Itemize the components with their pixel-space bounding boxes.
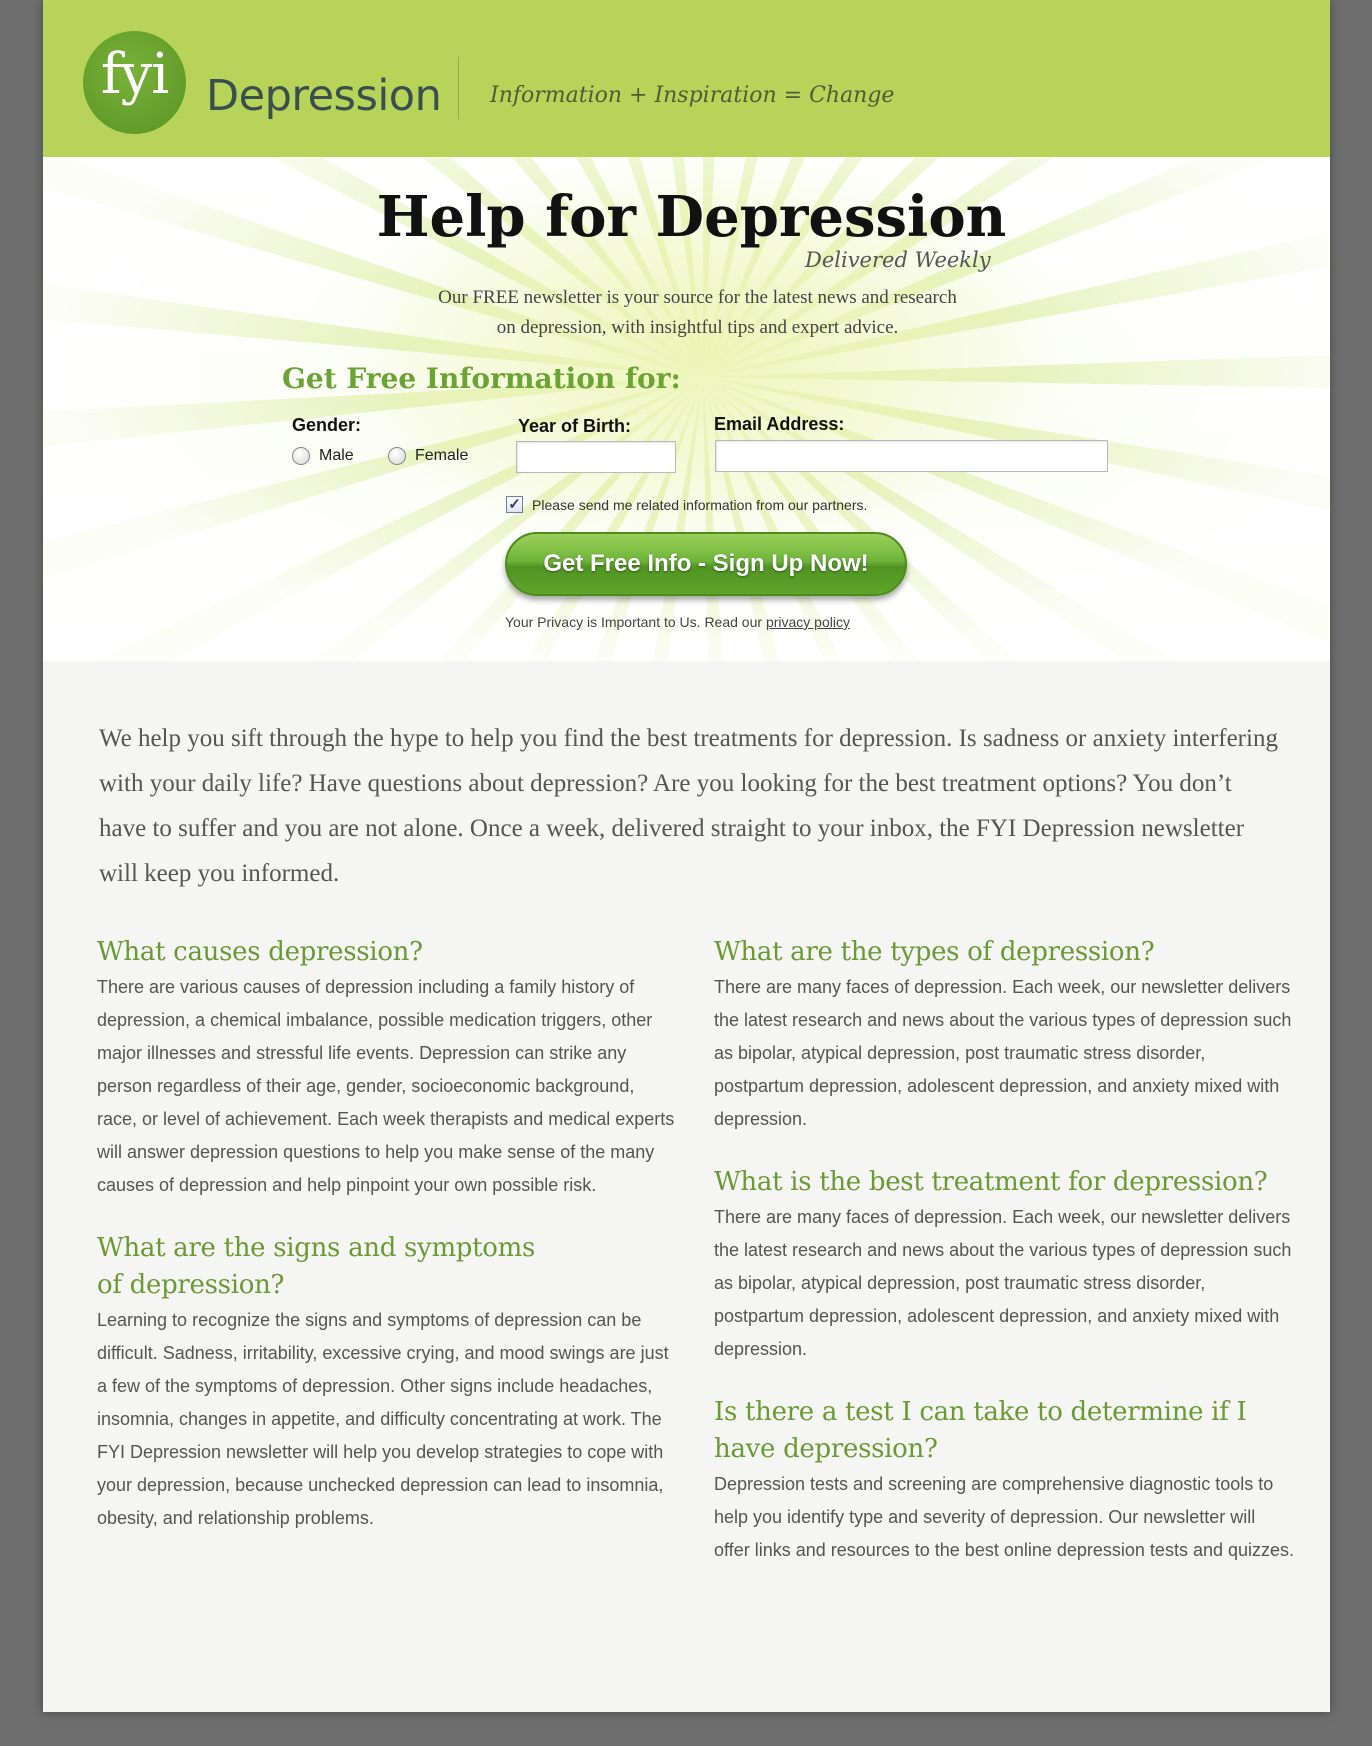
logo-text: fyi [100,42,169,107]
email-input[interactable] [715,440,1108,472]
page-subtitle: Delivered Weekly [805,248,991,272]
section-heading: What is the best treatment for depressio… [714,1167,1268,1197]
section-heading: What are the types of depression? [714,937,1155,967]
section-body: There are various causes of depression i… [97,977,675,1195]
radio-female[interactable] [388,447,406,465]
section-body: There are many faces of depression. Each… [714,1207,1292,1359]
radio-male[interactable] [292,447,310,465]
faq-section-body: Learning to recognize the signs and symp… [97,1304,677,1535]
female-label[interactable]: Female [415,447,468,465]
site-header: fyi Depression Information + Inspiration… [43,0,1330,157]
privacy-notice: Your Privacy is Important to Us. Read ou… [505,614,850,630]
fyi-logo[interactable]: fyi [83,31,186,134]
signup-button[interactable]: Get Free Info - Sign Up Now! [505,532,907,596]
faq-section: What causes depression? There are variou… [97,934,677,1202]
brand-name: Depression [206,71,442,121]
description-line: Our FREE newsletter is your source for t… [438,287,957,308]
faq-section: What are the types of depression? There … [714,934,1294,1136]
faq-section: What is the best treatment for depressio… [714,1164,1294,1366]
year-of-birth-label: Year of Birth: [518,416,632,436]
newsletter-description: Our FREE newsletter is your source for t… [43,283,1330,343]
section-body: Learning to recognize the signs and symp… [97,1310,669,1528]
section-heading: Is there a test I can take to determine … [714,1397,1247,1464]
email-label: Email Address: [714,414,845,434]
male-label[interactable]: Male [319,447,354,465]
partners-checkbox-label[interactable]: Please send me related information from … [532,497,867,513]
year-of-birth-input[interactable] [516,441,676,473]
tagline: Information + Inspiration = Change [490,83,895,108]
intro-paragraph: We help you sift through the hype to hel… [99,725,1278,887]
faq-section: What are the signs and symptoms of depre… [97,1230,567,1304]
header-divider [458,57,459,119]
page-container: fyi Depression Information + Inspiration… [43,0,1330,1712]
section-body: There are many faces of depression. Each… [714,977,1292,1129]
section-heading: What are the signs and symptoms of depre… [97,1233,536,1300]
privacy-policy-link[interactable]: privacy policy [766,614,850,630]
form-heading: Get Free Information for: [282,362,681,395]
section-heading: What causes depression? [97,937,423,967]
page-title: Help for Depression [376,184,1007,250]
gender-label: Gender: [292,415,362,435]
left-column: What causes depression? There are variou… [97,934,677,1535]
privacy-text: Your Privacy is Important to Us. Read ou… [505,614,766,630]
faq-section: Is there a test I can take to determine … [714,1394,1294,1567]
right-column: What are the types of depression? There … [714,934,1294,1595]
section-body: Depression tests and screening are compr… [714,1474,1295,1560]
description-line: on depression, with insightful tips and … [496,317,899,338]
partners-checkbox[interactable]: ✓ [506,496,523,513]
signup-hero: Help for Depression Delivered Weekly Our… [43,157,1330,661]
